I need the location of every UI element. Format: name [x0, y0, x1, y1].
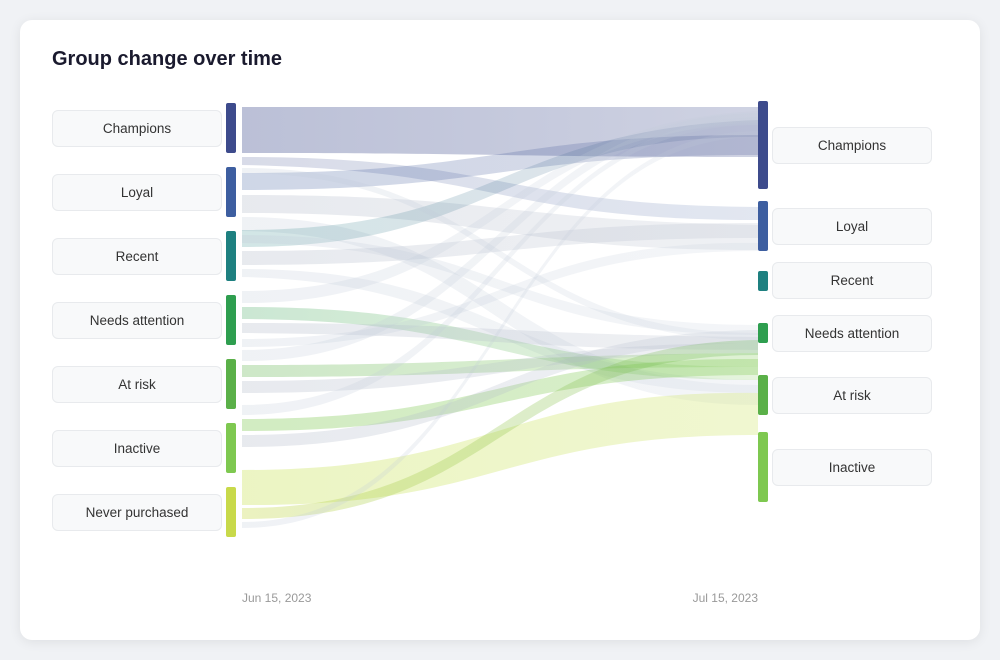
- left-label-loyal: Loyal: [52, 165, 242, 219]
- left-label-recent: Recent: [52, 229, 242, 283]
- right-date-label: Jul 15, 2023: [693, 591, 758, 605]
- left-labels: Champions Loyal Recent Needs attention A…: [52, 95, 242, 544]
- right-labels: Champions Loyal Recent Needs attention: [758, 95, 948, 507]
- chart-card: Group change over time Champions Loyal R…: [20, 20, 980, 640]
- right-label-recent: Recent: [758, 263, 948, 298]
- right-label-needs-attention: Needs attention: [758, 308, 948, 358]
- right-label-loyal: Loyal: [758, 199, 948, 253]
- right-label-inactive: Inactive: [758, 432, 948, 502]
- right-label-champions: Champions: [758, 101, 948, 189]
- sankey-flow: [242, 95, 758, 585]
- left-label-at-risk: At risk: [52, 357, 242, 411]
- left-label-inactive: Inactive: [52, 421, 242, 475]
- left-date-label: Jun 15, 2023: [242, 591, 311, 605]
- right-label-at-risk: At risk: [758, 368, 948, 422]
- chart-title: Group change over time: [52, 48, 948, 71]
- left-label-never-purchased: Never purchased: [52, 485, 242, 539]
- left-label-needs-attention: Needs attention: [52, 293, 242, 347]
- left-label-champions: Champions: [52, 101, 242, 155]
